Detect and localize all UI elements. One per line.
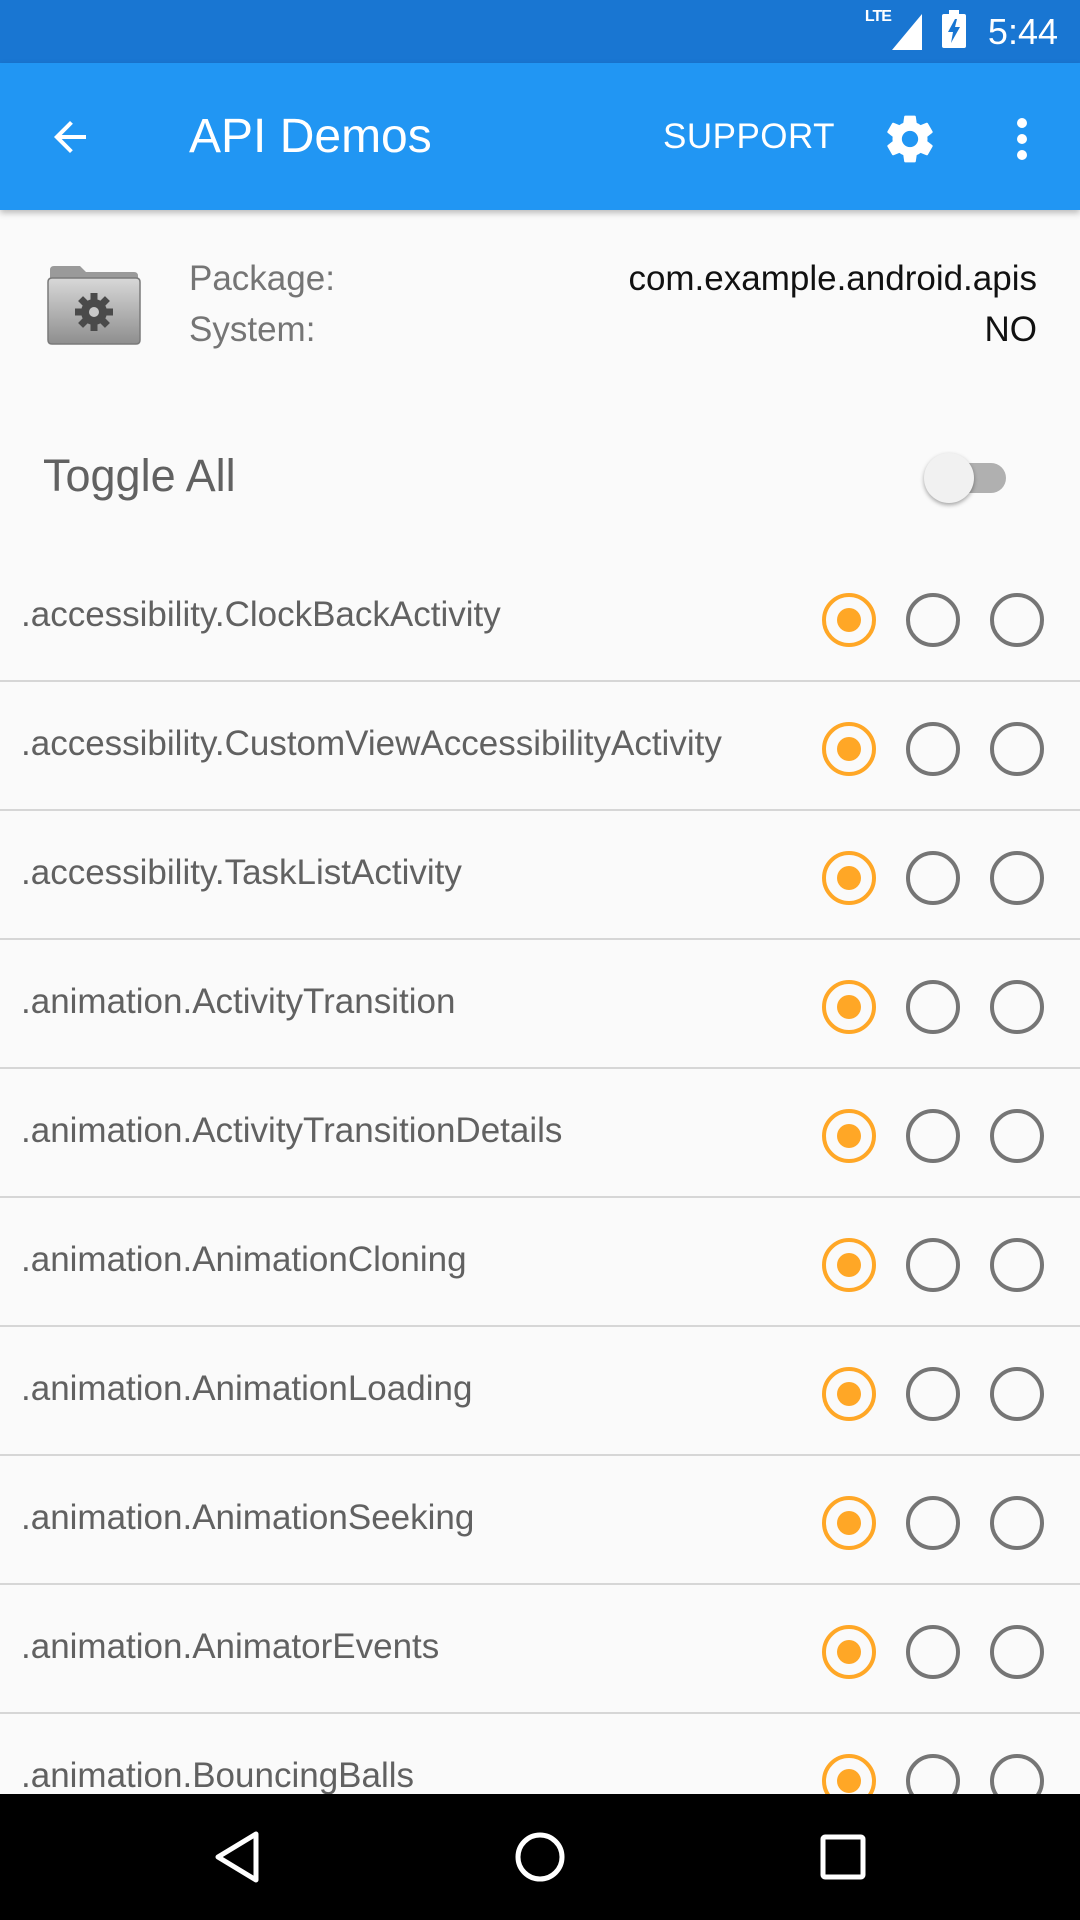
radio-option-3[interactable] (990, 593, 1044, 647)
list-item: .animation.ActivityTransition (0, 940, 1080, 1069)
activity-name: .animation.AnimationCloning (21, 1240, 467, 1279)
nav-back-button[interactable] (204, 1824, 270, 1890)
radio-option-3[interactable] (990, 1754, 1044, 1794)
package-value: com.example.android.apis (628, 259, 1037, 298)
radio-option-2[interactable] (906, 1625, 960, 1679)
list-item: .animation.AnimationSeeking (0, 1456, 1080, 1585)
radio-option-1[interactable] (822, 1496, 876, 1550)
activity-name: .accessibility.ClockBackActivity (21, 595, 501, 634)
radio-option-1[interactable] (822, 980, 876, 1034)
radio-option-2[interactable] (906, 1109, 960, 1163)
activity-name: .animation.AnimationLoading (21, 1369, 473, 1408)
list-item: .accessibility.TaskListActivity (0, 811, 1080, 940)
radio-option-1[interactable] (822, 1754, 876, 1794)
activity-name: .animation.AnimatorEvents (21, 1627, 440, 1666)
clock: 5:44 (987, 10, 1058, 52)
circle-home-icon (515, 1832, 565, 1882)
system-value: NO (984, 310, 1038, 349)
list-item: .animation.AnimatorEvents (0, 1585, 1080, 1714)
radio-option-3[interactable] (990, 851, 1044, 905)
battery-icon (941, 10, 966, 53)
list-item: .animation.AnimationCloning (0, 1198, 1080, 1327)
activity-name: .accessibility.TaskListActivity (21, 853, 462, 892)
list-item: .animation.AnimationLoading (0, 1327, 1080, 1456)
activity-list: .accessibility.ClockBackActivity .access… (0, 553, 1080, 1794)
status-bar: LTE 5:44 (0, 0, 1080, 63)
square-recents-icon (820, 1834, 866, 1880)
radio-option-1[interactable] (822, 1367, 876, 1421)
radio-option-3[interactable] (990, 1625, 1044, 1679)
toggle-all-label: Toggle All (43, 450, 236, 501)
radio-option-2[interactable] (906, 1367, 960, 1421)
radio-option-2[interactable] (906, 1496, 960, 1550)
switch-thumb (924, 453, 974, 503)
more-vert-icon (1017, 118, 1027, 160)
radio-option-3[interactable] (990, 1367, 1044, 1421)
activity-name: .animation.ActivityTransitionDetails (21, 1111, 563, 1150)
toggle-all-switch[interactable] (924, 452, 1010, 503)
list-item: .accessibility.CustomViewAccessibilityAc… (0, 682, 1080, 811)
activity-name: .animation.BouncingBalls (21, 1756, 415, 1794)
lte-signal-icon: LTE (865, 8, 922, 50)
triangle-back-icon (215, 1831, 259, 1883)
nav-recents-button[interactable] (810, 1824, 876, 1890)
radio-option-2[interactable] (906, 851, 960, 905)
radio-option-3[interactable] (990, 1496, 1044, 1550)
radio-option-1[interactable] (822, 1238, 876, 1292)
radio-option-1[interactable] (822, 1109, 876, 1163)
radio-option-3[interactable] (990, 722, 1044, 776)
radio-option-1[interactable] (822, 722, 876, 776)
radio-option-3[interactable] (990, 1109, 1044, 1163)
activity-name: .animation.AnimationSeeking (21, 1498, 475, 1537)
radio-option-2[interactable] (906, 1238, 960, 1292)
radio-option-3[interactable] (990, 980, 1044, 1034)
support-button[interactable]: SUPPORT (663, 115, 835, 159)
more-options-button[interactable] (1000, 109, 1044, 169)
radio-option-1[interactable] (822, 1625, 876, 1679)
list-item: .accessibility.ClockBackActivity (0, 553, 1080, 682)
network-type: LTE (864, 7, 892, 25)
radio-option-1[interactable] (822, 851, 876, 905)
radio-option-2[interactable] (906, 722, 960, 776)
nav-home-button[interactable] (507, 1824, 573, 1890)
activity-name: .accessibility.CustomViewAccessibilityAc… (21, 724, 722, 763)
radio-option-1[interactable] (822, 593, 876, 647)
radio-option-2[interactable] (906, 593, 960, 647)
folder-gear-icon (46, 262, 142, 346)
radio-option-2[interactable] (906, 980, 960, 1034)
activity-name: .animation.ActivityTransition (21, 982, 456, 1021)
radio-option-2[interactable] (906, 1754, 960, 1794)
list-item: .animation.BouncingBalls (0, 1714, 1080, 1794)
package-label: Package: (189, 259, 335, 298)
arrow-left-icon (54, 121, 86, 153)
settings-button[interactable] (880, 109, 940, 169)
navigation-bar (0, 1794, 1080, 1920)
system-label: System: (189, 310, 316, 349)
page-title: API Demos (189, 110, 432, 163)
radio-option-3[interactable] (990, 1238, 1044, 1292)
gear-icon (887, 115, 933, 163)
app-bar: API Demos SUPPORT (0, 63, 1080, 210)
list-item: .animation.ActivityTransitionDetails (0, 1069, 1080, 1198)
back-button[interactable] (40, 107, 100, 167)
